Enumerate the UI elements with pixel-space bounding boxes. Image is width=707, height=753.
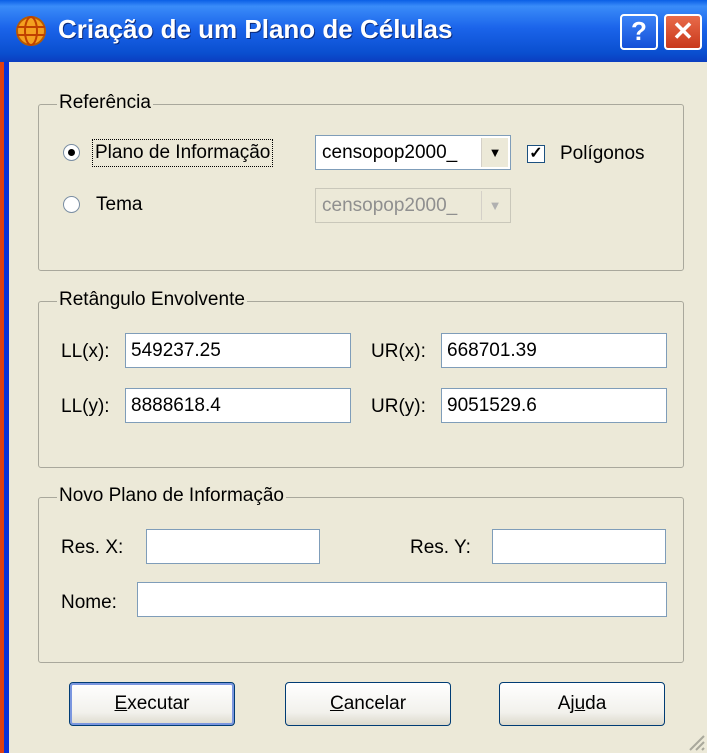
lly-value: 8888618.4 bbox=[131, 395, 221, 416]
globe-icon bbox=[16, 16, 46, 46]
retangulo-group: Retângulo Envolvente bbox=[38, 289, 684, 468]
resy-label: Res. Y: bbox=[410, 537, 471, 558]
poligonos-checkbox[interactable]: ✓ bbox=[527, 145, 545, 163]
radio-selected-dot bbox=[68, 149, 75, 156]
tema-select[interactable]: censopop2000_ ▼ bbox=[315, 188, 511, 223]
ajuda-label-pre: Aj bbox=[557, 693, 575, 714]
urx-value: 668701.39 bbox=[447, 340, 537, 361]
cancelar-label: ancelar bbox=[343, 693, 407, 714]
chevron-down-icon[interactable]: ▼ bbox=[481, 138, 508, 167]
urx-field[interactable]: 668701.39 bbox=[441, 333, 667, 368]
retangulo-legend: Retângulo Envolvente bbox=[57, 289, 247, 311]
window-title: Criação de um Plano de Células bbox=[58, 14, 453, 44]
chevron-down-icon[interactable]: ▼ bbox=[481, 191, 508, 220]
dialog-window: Criação de um Plano de Células ? ✕ Refer… bbox=[0, 0, 707, 753]
radio-tema[interactable] bbox=[63, 196, 80, 213]
tema-select-value: censopop2000_ bbox=[322, 195, 458, 216]
radio-plano-label[interactable]: Plano de Informação bbox=[91, 139, 274, 167]
ajuda-label-post: da bbox=[585, 693, 607, 714]
radio-plano-informacao[interactable] bbox=[63, 144, 80, 161]
nome-field[interactable] bbox=[137, 582, 667, 617]
llx-value: 549237.25 bbox=[131, 340, 221, 361]
novo-plano-legend: Novo Plano de Informação bbox=[57, 485, 286, 507]
llx-field[interactable]: 549237.25 bbox=[125, 333, 351, 368]
executar-mnemonic: E bbox=[114, 693, 128, 714]
nome-label: Nome: bbox=[61, 592, 117, 613]
resy-field[interactable] bbox=[492, 529, 666, 564]
plano-select-value: censopop2000_ bbox=[322, 142, 458, 163]
window-border-accent bbox=[0, 62, 4, 753]
plano-select[interactable]: censopop2000_ ▼ bbox=[315, 135, 511, 170]
ury-label: UR(y): bbox=[371, 396, 426, 417]
novo-plano-group: Novo Plano de Informação bbox=[38, 485, 684, 663]
urx-label: UR(x): bbox=[371, 341, 426, 362]
cancelar-button[interactable]: Cancelar bbox=[285, 682, 451, 726]
llx-label: LL(x): bbox=[61, 341, 110, 362]
resx-field[interactable] bbox=[146, 529, 320, 564]
cancelar-mnemonic: C bbox=[329, 693, 344, 714]
radio-tema-label[interactable]: Tema bbox=[96, 194, 142, 216]
ury-field[interactable]: 9051529.6 bbox=[441, 388, 667, 423]
lly-field[interactable]: 8888618.4 bbox=[125, 388, 351, 423]
ury-value: 9051529.6 bbox=[447, 395, 537, 416]
lly-label: LL(y): bbox=[61, 396, 110, 417]
poligonos-label[interactable]: Polígonos bbox=[560, 143, 645, 165]
ajuda-mnemonic: u bbox=[574, 693, 586, 714]
resize-grip-icon[interactable] bbox=[685, 731, 705, 751]
resx-label: Res. X: bbox=[61, 537, 124, 558]
executar-label: xecutar bbox=[127, 693, 190, 714]
title-bar[interactable]: Criação de um Plano de Células ? ✕ bbox=[0, 0, 707, 62]
close-button[interactable]: ✕ bbox=[664, 14, 702, 50]
help-button[interactable]: ? bbox=[620, 14, 658, 50]
executar-button[interactable]: Executar bbox=[69, 682, 235, 726]
referencia-legend: Referência bbox=[57, 92, 153, 114]
ajuda-button[interactable]: Ajuda bbox=[499, 682, 665, 726]
